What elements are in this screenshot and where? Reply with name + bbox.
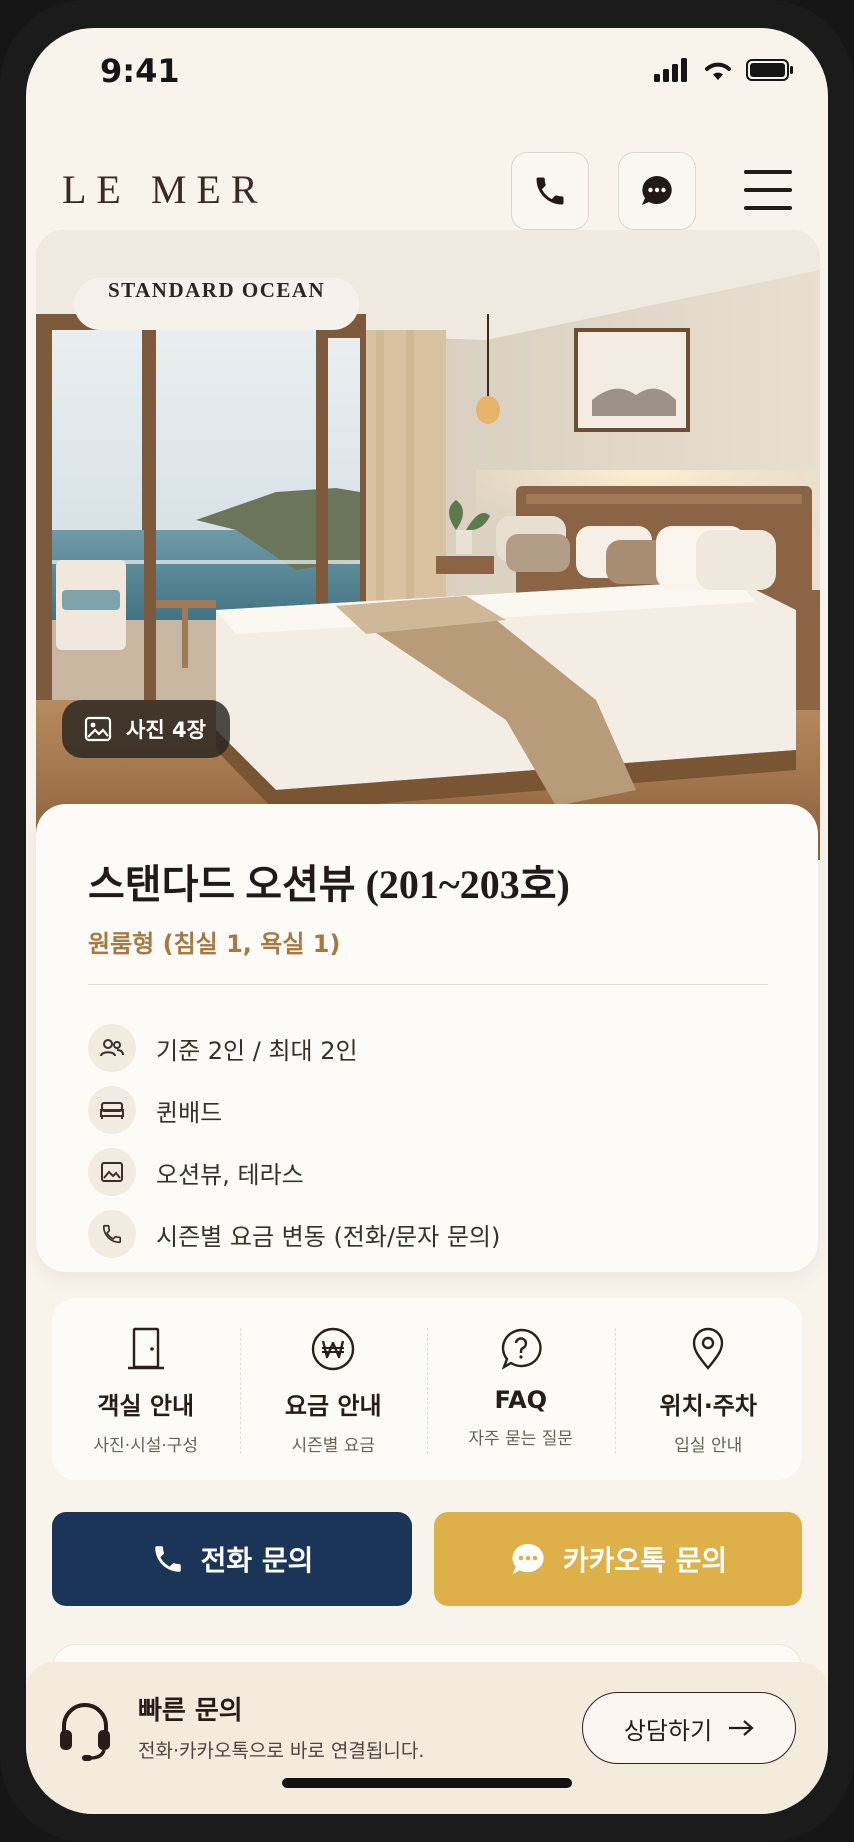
quick-inquiry-title: 빠른 문의 xyxy=(138,1696,243,1726)
feature-view: 오션뷰, 테라스 xyxy=(88,1148,304,1196)
screen: 9:41 LE MER STANDARD OCEAN 사진 4장 스탠다드 오션… xyxy=(26,28,828,1814)
image-icon xyxy=(84,716,112,742)
quick-nav-sub: 입실 안내 xyxy=(674,1436,743,1456)
quick-nav-label: FAQ xyxy=(494,1386,548,1414)
signal-icon xyxy=(654,58,687,82)
location-pin-icon xyxy=(693,1327,724,1370)
chat-bubble-icon xyxy=(642,176,672,205)
room-title: 스탠다드 오션뷰 (201~203호) xyxy=(88,862,570,907)
feature-pricing: 시즌별 요금 변동 (전화/문자 문의) xyxy=(88,1210,500,1258)
feature-label: 퀸배드 xyxy=(156,1098,223,1127)
photo-count-label: 사진 4장 xyxy=(126,718,206,742)
quick-nav: 객실 안내 사진·시설·구성 요금 안내 시즌별 요금 FAQ 자주 묻는 질문… xyxy=(52,1298,802,1480)
consult-button[interactable]: 상담하기 xyxy=(582,1692,796,1764)
feature-label: 시즌별 요금 변동 (전화/문자 문의) xyxy=(156,1222,501,1251)
divider xyxy=(88,984,768,985)
quick-nav-faq[interactable]: FAQ 자주 묻는 질문 xyxy=(427,1298,615,1480)
consult-label: 상담하기 xyxy=(623,1716,713,1745)
phone-icon xyxy=(88,1210,136,1258)
quick-nav-label: 위치·주차 xyxy=(659,1392,757,1420)
call-inquiry-button[interactable]: 전화 문의 xyxy=(52,1512,412,1606)
feature-label: 기준 2인 / 최대 2인 xyxy=(156,1036,358,1065)
chat-bubble-icon xyxy=(512,1543,544,1575)
room-type-badge: STANDARD OCEAN xyxy=(74,278,360,330)
arrow-right-icon xyxy=(729,1720,754,1736)
status-time: 9:41 xyxy=(100,52,180,90)
room-photo[interactable]: STANDARD OCEAN 사진 4장 xyxy=(36,230,820,860)
users-icon xyxy=(88,1024,136,1072)
phone-icon xyxy=(154,1546,181,1572)
quick-inquiry-bar: 빠른 문의 전화·카카오톡으로 바로 연결됩니다. 상담하기 xyxy=(26,1662,828,1814)
quick-nav-sub: 자주 묻는 질문 xyxy=(468,1429,574,1449)
phone-button[interactable] xyxy=(511,152,589,230)
kakao-inquiry-button[interactable]: 카카오톡 문의 xyxy=(434,1512,802,1606)
battery-icon xyxy=(746,59,793,81)
home-indicator[interactable] xyxy=(282,1778,572,1788)
door-icon xyxy=(127,1327,164,1370)
status-bar: 9:41 xyxy=(26,28,828,118)
feature-occupancy: 기준 2인 / 최대 2인 xyxy=(88,1024,358,1072)
app-header: LE MER xyxy=(26,124,828,230)
call-inquiry-label: 전화 문의 xyxy=(200,1544,314,1577)
quick-nav-location[interactable]: 위치·주차 입실 안내 xyxy=(614,1298,803,1480)
kakao-inquiry-label: 카카오톡 문의 xyxy=(562,1544,728,1577)
photo-count-button[interactable]: 사진 4장 xyxy=(62,700,230,758)
landscape-icon xyxy=(88,1148,136,1196)
quick-nav-pricing[interactable]: 요금 안내 시즌별 요금 xyxy=(239,1298,428,1480)
hamburger-menu-icon[interactable] xyxy=(744,170,792,210)
wifi-icon xyxy=(705,62,731,80)
quick-nav-label: 요금 안내 xyxy=(284,1392,382,1420)
status-icons xyxy=(654,58,794,82)
question-icon xyxy=(501,1328,542,1370)
quick-nav-label: 객실 안내 xyxy=(97,1392,195,1420)
phone-icon xyxy=(536,177,564,205)
chat-button[interactable] xyxy=(618,152,696,230)
feature-bed: 퀸배드 xyxy=(88,1086,222,1134)
headset-icon xyxy=(60,1703,110,1761)
room-info-card: 스탠다드 오션뷰 (201~203호) 원룸형 (침실 1, 욕실 1) 기준 … xyxy=(36,804,818,1272)
quick-nav-sub: 시즌별 요금 xyxy=(291,1436,376,1456)
bed-icon xyxy=(88,1086,136,1134)
room-subtitle: 원룸형 (침실 1, 욕실 1) xyxy=(88,930,341,958)
logo[interactable]: LE MER xyxy=(62,166,268,213)
device-frame: 9:41 LE MER STANDARD OCEAN 사진 4장 스탠다드 오션… xyxy=(0,0,854,1842)
quick-nav-room-info[interactable]: 객실 안내 사진·시설·구성 xyxy=(52,1298,240,1480)
quick-nav-sub: 사진·시설·구성 xyxy=(93,1436,199,1456)
quick-inquiry-subtitle: 전화·카카오톡으로 바로 연결됩니다. xyxy=(138,1740,425,1762)
feature-label: 오션뷰, 테라스 xyxy=(156,1160,304,1189)
won-icon xyxy=(312,1327,355,1371)
